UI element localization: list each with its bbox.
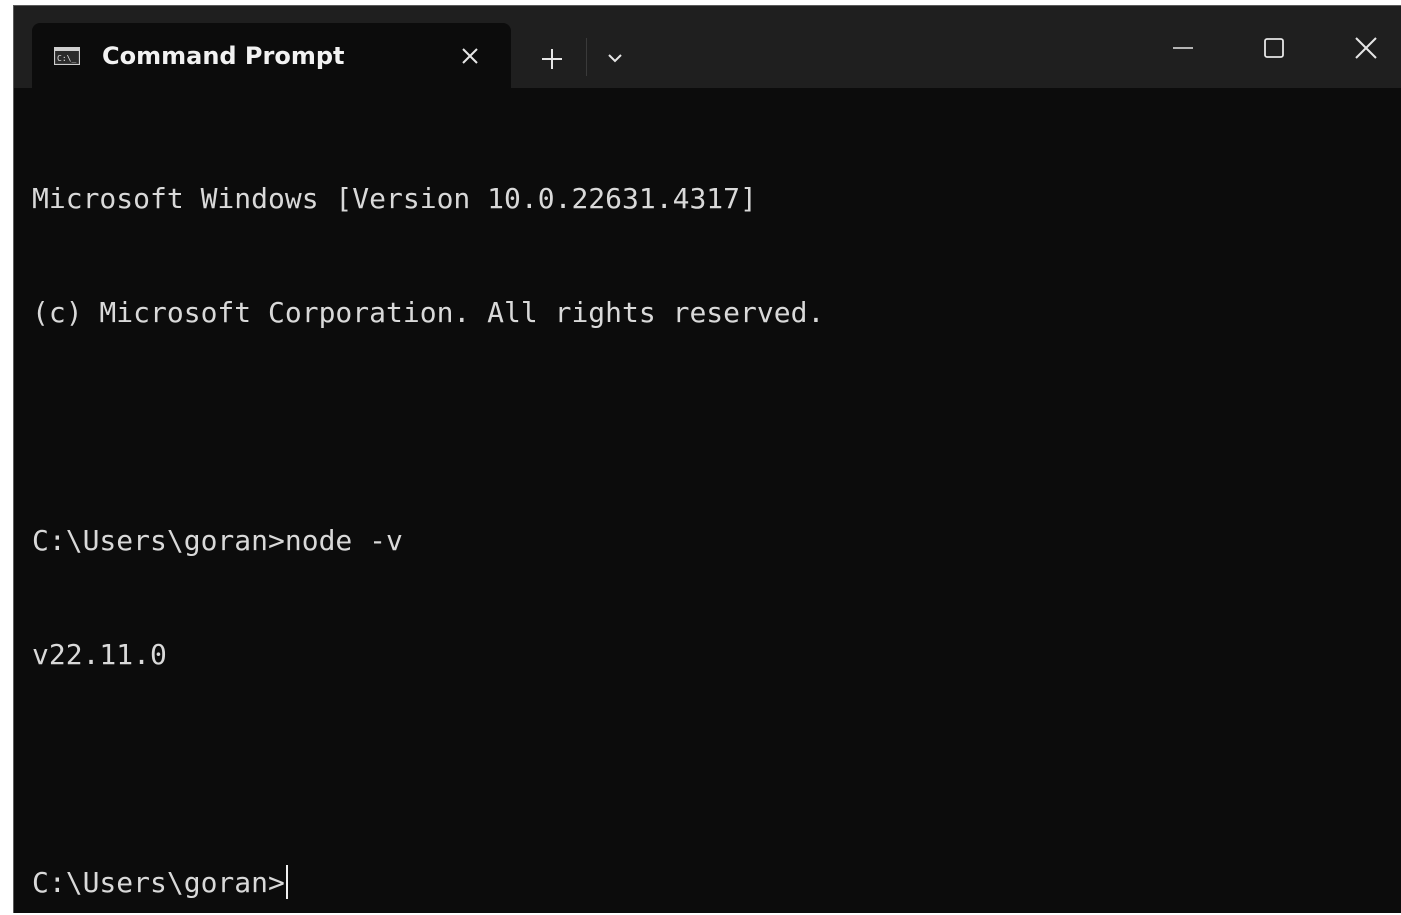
terminal-line: (c) Microsoft Corporation. All rights re… <box>32 296 825 329</box>
close-icon[interactable] <box>1346 28 1386 68</box>
text-cursor <box>285 865 288 899</box>
terminal-line: C:\Users\goran>node -v <box>32 524 403 557</box>
tab-command-prompt[interactable]: C:\_ Command Prompt <box>32 23 511 88</box>
cmd-icon: C:\_ <box>53 46 81 66</box>
terminal-window: C:\_ Command Prompt Microsoft Windows [V… <box>13 5 1401 913</box>
tab-close-icon[interactable] <box>456 42 484 70</box>
tab-title: Command Prompt <box>102 42 345 70</box>
terminal-output[interactable]: Microsoft Windows [Version 10.0.22631.43… <box>32 104 1391 903</box>
prompt-line[interactable]: C:\Users\goran> <box>32 864 1391 902</box>
title-bar[interactable]: C:\_ Command Prompt <box>14 6 1401 88</box>
svg-text:C:\_: C:\_ <box>57 54 76 63</box>
plus-icon[interactable] <box>535 42 569 76</box>
prompt-text: C:\Users\goran> <box>32 866 285 899</box>
chevron-down-icon[interactable] <box>601 44 629 72</box>
minimize-icon[interactable] <box>1163 28 1203 68</box>
maximize-icon[interactable] <box>1254 28 1294 68</box>
terminal-line: Microsoft Windows [Version 10.0.22631.43… <box>32 182 757 215</box>
terminal-line: v22.11.0 <box>32 638 167 671</box>
toolbar-divider <box>586 38 587 76</box>
